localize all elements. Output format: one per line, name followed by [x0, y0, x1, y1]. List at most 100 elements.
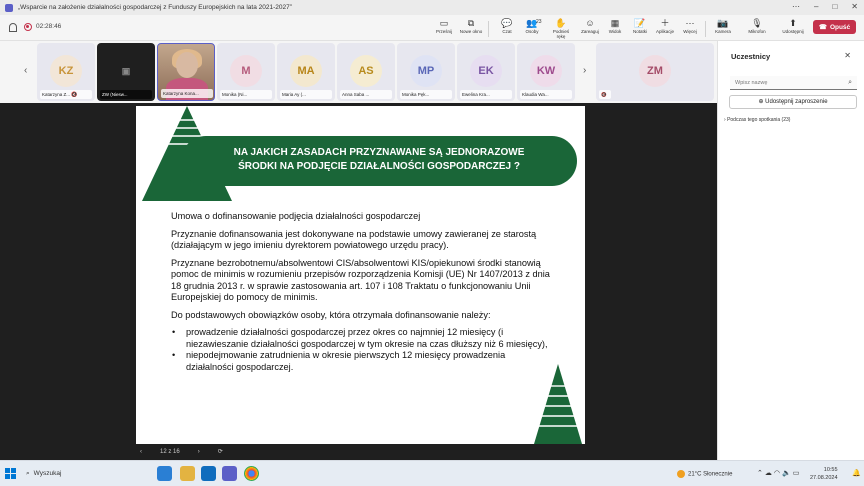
- participant-tile-video[interactable]: Katarzyna Kona...: [157, 43, 215, 101]
- slide-title-line2: ŚRODKI NA PODJĘCIE DZIAŁALNOŚCI GOSPODAR…: [238, 161, 520, 172]
- notification-bell-icon[interactable]: 🔔: [852, 469, 861, 477]
- slide-body: Umowa o dofinansowanie podjęcia działaln…: [171, 211, 551, 373]
- notes-icon: 📝: [634, 18, 646, 28]
- share-invite-button[interactable]: ⊕ Udostępnij zaproszenie: [729, 95, 857, 109]
- tree-logo-graphic: [534, 364, 582, 444]
- participant-name: Maria Ay (...: [280, 90, 332, 99]
- participant-tile[interactable]: MP Monika Pęk...: [397, 43, 455, 101]
- participant-name: Ewelina Kra...: [460, 90, 512, 99]
- previous-slide-icon[interactable]: ‹: [140, 449, 142, 455]
- video-feed-face: [176, 52, 198, 78]
- chat-button[interactable]: 💬 Czat: [494, 18, 520, 40]
- file-explorer-icon[interactable]: [180, 466, 195, 481]
- people-count: 23: [536, 19, 542, 25]
- chrome-app-icon[interactable]: [244, 466, 259, 481]
- shield-icon: [9, 23, 17, 32]
- windows-start-button[interactable]: [5, 468, 16, 479]
- battery-icon: ▭: [792, 470, 802, 477]
- invite-icon: ⊕: [758, 99, 764, 105]
- taskbar-clock[interactable]: 10:55 27.08.2024: [810, 466, 838, 482]
- participant-tile[interactable]: ▣ ZW (Niesw...: [97, 43, 155, 101]
- participant-name: ZW (Niesw...: [100, 90, 152, 99]
- slide-paragraph: Umowa o dofinansowanie podjęcia działaln…: [171, 211, 421, 221]
- sync-icon[interactable]: ⟳: [218, 448, 223, 455]
- react-button[interactable]: ☺ Zareaguj: [577, 18, 603, 40]
- notes-button[interactable]: 📝 Notatki: [627, 18, 653, 40]
- participant-tile[interactable]: MA Maria Ay (...: [277, 43, 335, 101]
- apps-button[interactable]: ＋ Aplikacje: [652, 18, 678, 40]
- system-tray[interactable]: ⌃☁◠🔈▭: [757, 469, 801, 477]
- ellipsis-icon[interactable]: ⋯: [792, 2, 800, 11]
- teams-app-icon[interactable]: [222, 466, 237, 481]
- smiley-icon: ☺: [585, 18, 595, 28]
- leave-button[interactable]: ☎ Opuść: [813, 20, 856, 34]
- participant-tile[interactable]: KW Klaudia Wa...: [517, 43, 575, 101]
- more-button[interactable]: ⋯ Więcej: [677, 18, 703, 40]
- maximize-icon[interactable]: □: [832, 2, 837, 11]
- search-icon: ⌕: [26, 470, 30, 477]
- participant-name: Katarzyna Z... 🔇: [40, 90, 92, 99]
- wifi-icon: ◠: [773, 470, 782, 477]
- avatar: KZ: [50, 55, 82, 87]
- weather-widget[interactable]: 21°C Słonecznie: [677, 470, 732, 478]
- raise-hand-button[interactable]: ✋ Podnieś rękę: [548, 18, 574, 40]
- outlook-app-icon[interactable]: [201, 466, 216, 481]
- participant-name: Monika (Ni...: [220, 90, 272, 99]
- hand-icon: ✋: [555, 18, 567, 28]
- window-title: „Wsparcie na założenie działalności gosp…: [18, 4, 292, 11]
- participant-name: Anna Saba ...: [340, 90, 392, 99]
- view-button[interactable]: ▦ Widok: [602, 18, 628, 40]
- avatar: AS: [350, 55, 382, 87]
- next-slide-icon[interactable]: ›: [198, 449, 200, 455]
- mic-off-icon: 🔇: [599, 90, 611, 99]
- minimize-icon[interactable]: –: [814, 2, 818, 11]
- participant-tile[interactable]: AS Anna Saba ...: [337, 43, 395, 101]
- avatar: MA: [290, 55, 322, 87]
- phone-icon: ☎: [818, 24, 827, 31]
- microphone-button[interactable]: 🎙 Mikrofon: [744, 18, 770, 40]
- slide-page-indicator: 12 z 16: [160, 448, 180, 455]
- taskbar-search[interactable]: ⌕ Wyszukaj: [26, 470, 61, 478]
- participant-search-input[interactable]: Wpisz nazwę ⌕: [730, 76, 857, 90]
- windows-taskbar: ⌕ Wyszukaj 21°C Słonecznie ⌃☁◠🔈▭ 10:55 27…: [0, 460, 864, 486]
- avatar: KW: [530, 55, 562, 87]
- in-meeting-section-toggle[interactable]: › Podczas tego spotkania (23): [724, 117, 790, 123]
- participant-tile[interactable]: ZM 🔇: [596, 43, 714, 101]
- slide-navigation: ‹ 12 z 16 › ⟳: [140, 448, 223, 456]
- window-titlebar: „Wsparcie na założenie działalności gosp…: [0, 0, 864, 15]
- more-icon: ⋯: [685, 18, 695, 28]
- avatar: M: [230, 55, 262, 87]
- participant-tile[interactable]: M Monika (Ni...: [217, 43, 275, 101]
- close-icon[interactable]: ✕: [844, 51, 851, 60]
- share-content-button[interactable]: ⬆ Udostępnij: [780, 18, 806, 40]
- mic-off-icon: 🔇: [71, 92, 78, 98]
- camera-button[interactable]: 📷 Kamera: [710, 18, 736, 40]
- people-button[interactable]: 👥 23 Osoby: [519, 18, 545, 40]
- share-tray-button[interactable]: ▭ Prześnij: [431, 18, 457, 40]
- toolbar-divider: [705, 21, 706, 37]
- slide-bullet-list: prowadzenie działalności gospodarczej pr…: [171, 327, 551, 373]
- participant-tile[interactable]: EK Ewelina Kra...: [457, 43, 515, 101]
- chevron-left-icon[interactable]: ‹: [24, 65, 27, 76]
- close-icon[interactable]: ✕: [851, 2, 858, 11]
- avatar: MP: [410, 55, 442, 87]
- plus-icon: ＋: [660, 18, 670, 28]
- participant-tile[interactable]: KZ Katarzyna Z... 🔇: [37, 43, 95, 101]
- slide-paragraph: Do podstawowych obowiązków osoby, która …: [171, 309, 491, 320]
- edge-app-icon[interactable]: [157, 466, 172, 481]
- participant-name: Monika Pęk...: [400, 90, 452, 99]
- slide-paragraph: Przyznane bezrobotnemu/absolwentowi CIS/…: [171, 257, 550, 303]
- mic-off-icon: 🎙: [751, 18, 763, 28]
- meeting-timer: 02:28:46: [36, 23, 62, 30]
- participant-name: Klaudia Wa...: [520, 90, 572, 99]
- cloud-icon: ☁: [764, 470, 774, 477]
- camera-off-icon: ▣: [121, 65, 131, 76]
- camera-off-icon: 📷: [717, 18, 729, 28]
- chevron-right-icon[interactable]: ›: [583, 65, 586, 76]
- chat-icon: 💬: [501, 18, 513, 28]
- volume-icon: 🔈: [781, 470, 793, 477]
- grid-view-icon: ▦: [610, 18, 620, 28]
- slide-bullet: niepodejmowanie zatrudnienia w okresie p…: [171, 350, 551, 373]
- participant-name: Katarzyna Kona...: [161, 89, 213, 98]
- new-window-button[interactable]: ⧉ Nowe okno: [458, 18, 484, 40]
